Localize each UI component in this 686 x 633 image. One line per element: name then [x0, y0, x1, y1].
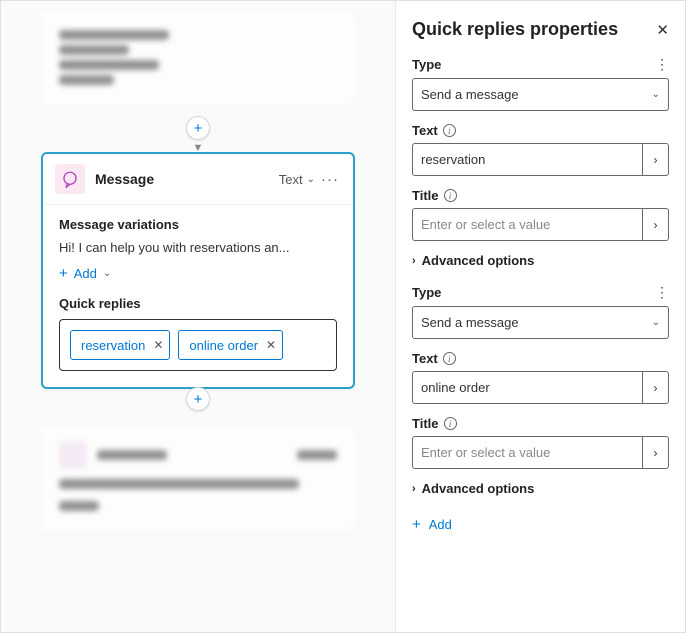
- authoring-canvas: + ▼ Message Text ⌄ ··· Message variation…: [1, 1, 395, 632]
- chevron-down-icon: ⌄: [103, 268, 111, 279]
- add-variation-label: Add: [74, 266, 97, 281]
- quick-reply-group: Type ⋮ Send a message ⌄ Text i reservati…: [412, 56, 669, 268]
- blurred-trigger-node: [41, 11, 355, 106]
- type-value: Send a message: [421, 87, 519, 102]
- add-quick-reply-button[interactable]: + Add: [412, 512, 669, 537]
- title-field-label: Title: [412, 416, 439, 431]
- type-label: Type: [412, 285, 441, 300]
- advanced-options-toggle[interactable]: › Advanced options: [412, 253, 669, 268]
- chevron-down-icon: ⌄: [652, 317, 660, 328]
- message-node-body: Message variations Hi! I can help you wi…: [43, 205, 353, 387]
- workspace: + ▼ Message Text ⌄ ··· Message variation…: [0, 0, 686, 633]
- expand-button[interactable]: ›: [642, 437, 668, 468]
- node-connector: +: [41, 387, 355, 411]
- remove-chip-icon[interactable]: ✕: [153, 338, 163, 352]
- advanced-options-toggle[interactable]: › Advanced options: [412, 481, 669, 496]
- quick-reply-chip[interactable]: online order ✕: [178, 330, 283, 360]
- variations-label: Message variations: [59, 217, 337, 232]
- output-mode-label[interactable]: Text: [279, 172, 303, 187]
- advanced-label: Advanced options: [422, 253, 535, 268]
- text-value: reservation: [421, 152, 485, 167]
- chevron-right-icon: ›: [412, 483, 416, 495]
- info-icon[interactable]: i: [444, 417, 457, 430]
- variation-preview[interactable]: Hi! I can help you with reservations an.…: [59, 240, 337, 255]
- add-label: Add: [429, 517, 452, 532]
- info-icon[interactable]: i: [443, 124, 456, 137]
- title-input[interactable]: Enter or select a value ›: [412, 436, 669, 469]
- advanced-label: Advanced options: [422, 481, 535, 496]
- title-input[interactable]: Enter or select a value ›: [412, 208, 669, 241]
- quick-replies-label: Quick replies: [59, 296, 337, 311]
- type-select[interactable]: Send a message ⌄: [412, 306, 669, 339]
- title-placeholder: Enter or select a value: [421, 445, 550, 460]
- type-value: Send a message: [421, 315, 519, 330]
- message-node[interactable]: Message Text ⌄ ··· Message variations Hi…: [41, 152, 355, 389]
- quick-reply-group: Type ⋮ Send a message ⌄ Text i online or…: [412, 284, 669, 496]
- message-icon: [55, 164, 85, 194]
- quick-reply-chip[interactable]: reservation ✕: [70, 330, 170, 360]
- quick-replies-box[interactable]: reservation ✕ online order ✕: [59, 319, 337, 371]
- arrow-down-icon: ▼: [193, 142, 204, 154]
- chevron-right-icon: ›: [412, 255, 416, 267]
- type-label: Type: [412, 57, 441, 72]
- info-icon[interactable]: i: [443, 352, 456, 365]
- chip-label: reservation: [81, 338, 145, 353]
- plus-icon: +: [59, 265, 68, 282]
- chevron-down-icon: ⌄: [652, 89, 660, 100]
- title-placeholder: Enter or select a value: [421, 217, 550, 232]
- node-title: Message: [95, 171, 269, 187]
- properties-panel: Quick replies properties ✕ Type ⋮ Send a…: [395, 1, 685, 632]
- text-value: online order: [421, 380, 490, 395]
- chip-label: online order: [189, 338, 258, 353]
- message-node-header: Message Text ⌄ ···: [43, 154, 353, 205]
- close-panel-button[interactable]: ✕: [656, 21, 669, 39]
- text-input[interactable]: reservation ›: [412, 143, 669, 176]
- chevron-down-icon[interactable]: ⌄: [307, 174, 315, 185]
- plus-icon: +: [412, 516, 421, 533]
- text-label: Text: [412, 351, 438, 366]
- type-select[interactable]: Send a message ⌄: [412, 78, 669, 111]
- expand-button[interactable]: ›: [642, 372, 668, 403]
- add-node-button[interactable]: +: [186, 116, 210, 140]
- add-variation-button[interactable]: + Add ⌄: [59, 265, 337, 282]
- panel-title: Quick replies properties: [412, 19, 618, 40]
- title-field-label: Title: [412, 188, 439, 203]
- remove-chip-icon[interactable]: ✕: [266, 338, 276, 352]
- add-node-button[interactable]: +: [186, 387, 210, 411]
- expand-button[interactable]: ›: [642, 144, 668, 175]
- node-connector: + ▼: [41, 116, 355, 154]
- node-more-menu[interactable]: ···: [319, 171, 341, 188]
- reply-more-menu[interactable]: ⋮: [655, 284, 669, 301]
- expand-button[interactable]: ›: [642, 209, 668, 240]
- blurred-next-node: [41, 427, 355, 532]
- reply-more-menu[interactable]: ⋮: [655, 56, 669, 73]
- info-icon[interactable]: i: [444, 189, 457, 202]
- text-label: Text: [412, 123, 438, 138]
- text-input[interactable]: online order ›: [412, 371, 669, 404]
